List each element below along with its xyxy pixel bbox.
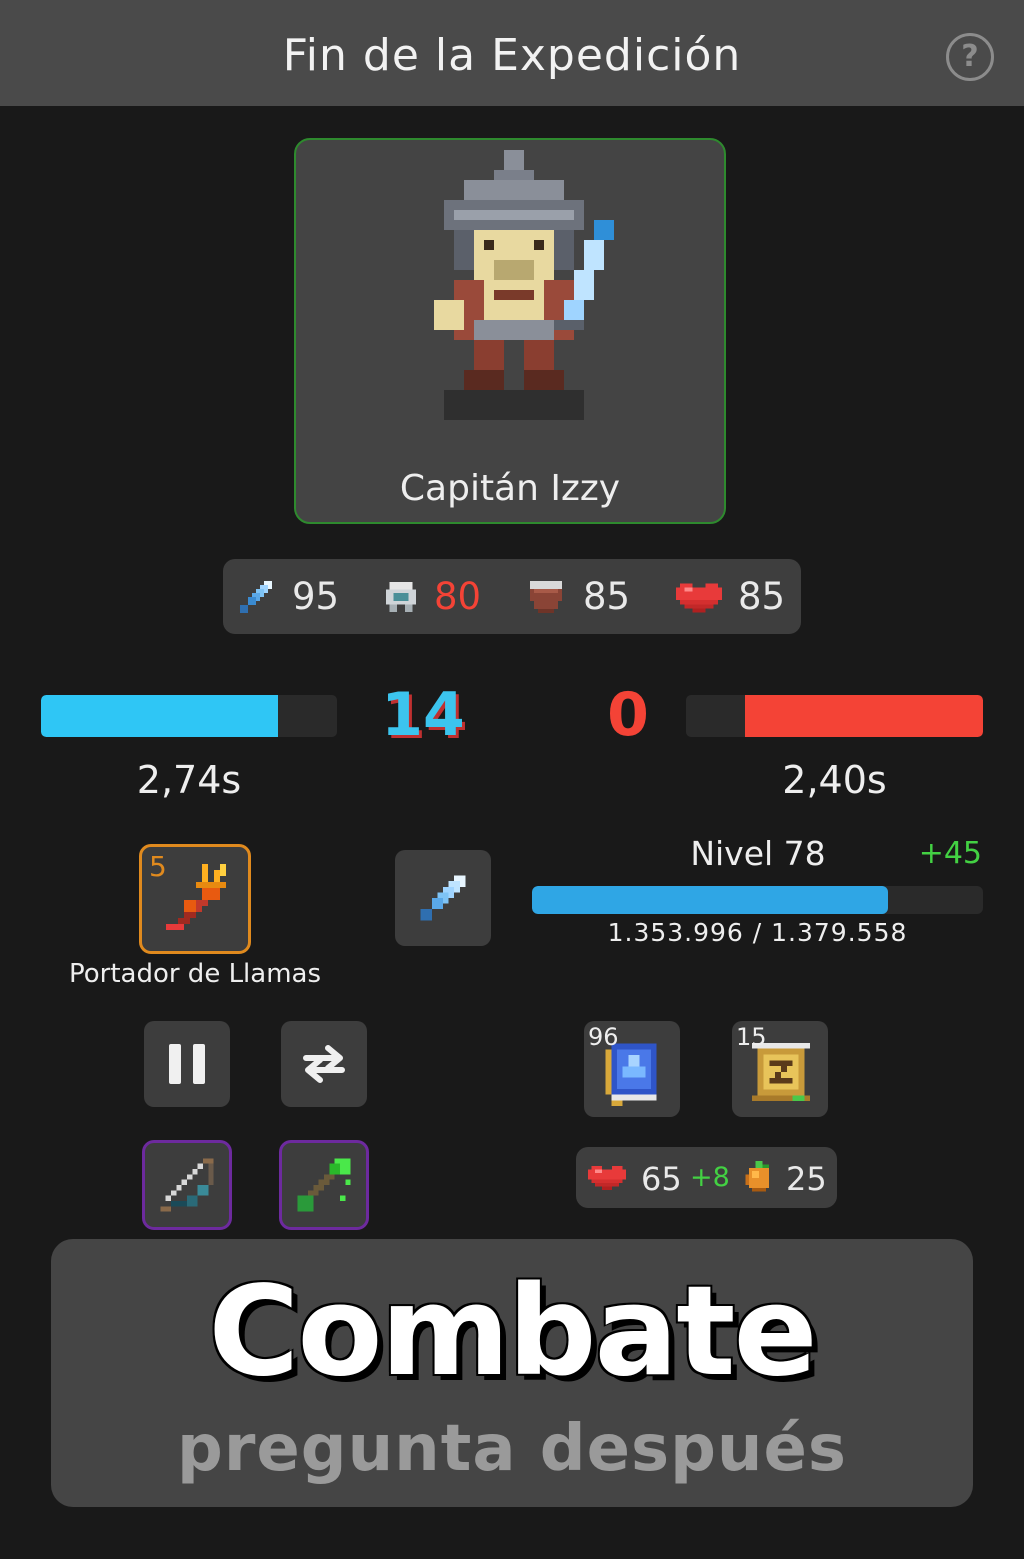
helmet-icon xyxy=(385,581,417,613)
arrow-icon xyxy=(297,1158,351,1212)
help-button[interactable]: ? xyxy=(946,33,994,81)
player-attack-timer-fill xyxy=(41,695,278,737)
sword-icon xyxy=(420,875,466,921)
heart-icon xyxy=(676,583,722,613)
bow-icon xyxy=(160,1158,214,1212)
item-slot-scroll[interactable]: 15 xyxy=(732,1021,828,1117)
player-attack-time: 2,74s xyxy=(136,758,242,802)
xp-text: 1.353.996 / 1.379.558 xyxy=(607,918,908,947)
enemy-attack-timer-bar xyxy=(686,695,983,737)
sword-icon xyxy=(240,581,272,613)
banner-title: Combate xyxy=(208,1260,817,1404)
enemy-score: 0 xyxy=(607,680,649,750)
equipment-slot-bow[interactable] xyxy=(142,1140,232,1230)
xp-bar-fill xyxy=(532,886,889,914)
enemy-attack-time: 2,40s xyxy=(782,758,887,802)
pause-icon-bar xyxy=(193,1044,205,1084)
item-count: 96 xyxy=(588,1023,619,1051)
hero-name: Capitán Izzy xyxy=(399,468,621,509)
level-gain: +45 xyxy=(918,836,982,871)
pause-icon xyxy=(169,1044,181,1084)
item-slot-spellbook[interactable]: 96 xyxy=(584,1021,680,1117)
player-score: 14 xyxy=(381,680,465,750)
enemy-attack-timer-fill xyxy=(745,695,983,737)
food-icon xyxy=(745,1161,770,1192)
page-title: Fin de la Expedición xyxy=(282,30,742,81)
heart-icon xyxy=(588,1165,626,1191)
resource-food-value: 25 xyxy=(786,1160,827,1198)
level-label: Nivel 78 xyxy=(690,834,826,873)
hero-sprite-icon xyxy=(434,150,614,420)
banner-subtitle: pregunta después xyxy=(177,1412,847,1486)
swap-button[interactable] xyxy=(281,1021,367,1107)
resource-health-gain: +8 xyxy=(690,1162,730,1193)
player-attack-timer-bar xyxy=(41,695,337,737)
equipment-slot-arrow[interactable] xyxy=(279,1140,369,1230)
shield-icon xyxy=(530,581,562,613)
stat-health-value: 85 xyxy=(738,575,786,618)
stat-armor-value: 80 xyxy=(434,575,482,618)
resource-health-value: 65 xyxy=(641,1160,682,1198)
ability-label: Portador de Llamas xyxy=(68,959,322,989)
ability-count: 5 xyxy=(149,850,167,883)
xp-bar xyxy=(532,886,983,914)
stat-shield-value: 85 xyxy=(583,575,631,618)
flame-trident-icon xyxy=(166,864,226,930)
stat-attack-value: 95 xyxy=(292,575,340,618)
pause-button[interactable] xyxy=(144,1021,230,1107)
weapon-button[interactable] xyxy=(395,850,491,946)
item-count: 15 xyxy=(736,1023,767,1051)
swap-arrows-icon xyxy=(303,1045,345,1083)
